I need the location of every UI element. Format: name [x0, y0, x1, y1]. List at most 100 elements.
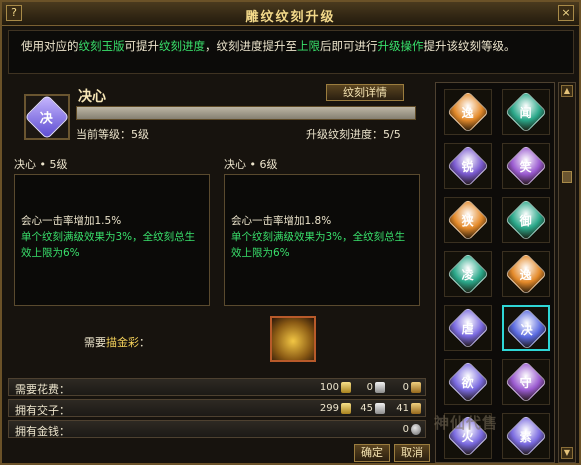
gem-cell[interactable]: 凌: [444, 251, 492, 297]
engraving-gem-grid: 逸闻锐笑狭御凌逸虐决欲守火素: [435, 82, 555, 463]
description-text: 使用对应的纹刻玉版可提升纹刻进度，纹刻进度提升至上限后即可进行升级操作提升该纹刻…: [21, 37, 569, 55]
gem-cell[interactable]: 笑: [502, 143, 550, 189]
cost-label: 需要花费：: [15, 383, 70, 396]
jiaozi-copper: 41: [396, 403, 409, 414]
engraving-gem-icon: 御: [504, 198, 548, 242]
description-box: 使用对应的纹刻玉版可提升纹刻进度，纹刻进度提升至上限后即可进行升级操作提升该纹刻…: [8, 30, 574, 74]
scroll-up-icon[interactable]: ▲: [561, 85, 573, 97]
gem-glyph: 素: [519, 429, 533, 444]
desc-part: 提升该纹刻等级。: [423, 39, 516, 53]
requirement-suffix: ：: [139, 336, 150, 349]
gem-glyph: 欲: [461, 375, 475, 390]
gem-glyph: 凌: [461, 267, 475, 282]
engraving-name: 决心: [78, 89, 106, 105]
gem-cell[interactable]: 欲: [444, 359, 492, 405]
gem-cell[interactable]: 逸: [502, 251, 550, 297]
upgrade-panel: 决 决心 纹刻详情 当前等级：5级 升级纹刻进度：5/5 决心 • 5级 决心 …: [8, 82, 428, 374]
gem-glyph: 决: [520, 322, 534, 337]
gem-glyph: 御: [519, 213, 533, 228]
desc-part: 后即可进行: [320, 39, 378, 53]
engraving-gem-icon: 逸: [446, 90, 490, 134]
engraving-gem-slot[interactable]: 决: [24, 94, 70, 140]
cost-row: 需要花费： 100 0 0: [8, 378, 426, 396]
jiaozi-row: 拥有交子： 299 45 41: [8, 399, 426, 417]
engraving-upgrade-window: ? 雕纹纹刻升级 × 使用对应的纹刻玉版可提升纹刻进度，纹刻进度提升至上限后即可…: [0, 0, 581, 465]
confirm-button[interactable]: 确定: [354, 444, 390, 462]
desc-part: 可提升: [124, 39, 160, 53]
coin-icon: [411, 424, 421, 435]
requirement-prefix: 需要: [84, 336, 106, 349]
gem-cell[interactable]: 闻: [502, 89, 550, 135]
engraving-gem-icon: 欲: [446, 360, 490, 404]
engraving-gem-icon: 笑: [504, 144, 548, 188]
gem-cell[interactable]: 守: [502, 359, 550, 405]
gem-glyph: 笑: [519, 159, 533, 174]
gem-grid-scrollbar[interactable]: ▲ ▼: [558, 82, 576, 463]
cost-gold: 100: [319, 382, 339, 393]
money-value: 0: [402, 424, 409, 435]
close-icon[interactable]: ×: [558, 5, 574, 21]
gem-cell[interactable]: 锐: [444, 143, 492, 189]
engraving-gem-icon: 决: [505, 307, 549, 351]
progress-bar: [76, 106, 416, 120]
gem-glyph: 逸: [461, 105, 475, 120]
jiaozi-gold: 299: [319, 403, 339, 414]
engraving-gem-icon: 素: [504, 414, 548, 458]
next-effect-line2: 单个纹刻满级效果为3%，全纹刻总生效上限为6%: [231, 231, 406, 259]
progress-fill: [77, 107, 415, 119]
silver-ingot-icon: [375, 403, 385, 414]
scroll-down-icon[interactable]: ▼: [561, 447, 573, 459]
gem-glyph: 守: [519, 375, 533, 390]
gem-cell[interactable]: 决: [502, 305, 550, 351]
current-effect-panel: 会心一击率增加1.5% 单个纹刻满级效果为3%，全纹刻总生效上限为6%: [14, 174, 210, 306]
current-level-header: 决心 • 5级: [14, 158, 68, 171]
jiaozi-silver: 45: [360, 403, 373, 414]
gem-cell[interactable]: 御: [502, 197, 550, 243]
current-level-label: 当前等级：5级: [76, 128, 149, 141]
gold-ingot-icon: [341, 403, 351, 414]
next-level-header: 决心 • 6级: [224, 158, 278, 171]
copper-ingot-icon: [411, 403, 421, 414]
gem-glyph: 锐: [461, 159, 475, 174]
engraving-details-button[interactable]: 纹刻详情: [326, 84, 404, 101]
current-effect-line1: 会心一击率增加1.5%: [21, 215, 122, 227]
requirement-item-name: 描金彩: [106, 336, 139, 349]
gem-cell[interactable]: 逸: [444, 89, 492, 135]
desc-highlight-jade: 纹刻玉版: [78, 39, 125, 53]
engraving-gem-icon: 狭: [446, 198, 490, 242]
scroll-thumb[interactable]: [562, 171, 572, 183]
gem-glyph: 决: [40, 111, 54, 127]
gem-cell[interactable]: 素: [502, 413, 550, 459]
watermark-text: 神仙代售: [434, 414, 499, 432]
engraving-gem-icon: 锐: [446, 144, 490, 188]
gem-glyph: 狭: [461, 213, 475, 228]
cost-copper: 0: [402, 382, 409, 393]
gem-glyph: 逸: [519, 267, 533, 282]
title-bar: ? 雕纹纹刻升级 ×: [2, 2, 579, 26]
gold-paint-bowl-icon[interactable]: [270, 316, 316, 362]
gem-glyph: 闻: [519, 105, 533, 120]
next-effect-text: 会心一击率增加1.8% 单个纹刻满级效果为3%，全纹刻总生效上限为6%: [231, 213, 415, 261]
desc-part: 使用对应的: [21, 39, 79, 53]
gold-ingot-icon: [341, 382, 351, 393]
next-effect-panel: 会心一击率增加1.8% 单个纹刻满级效果为3%，全纹刻总生效上限为6%: [224, 174, 420, 306]
progress-label: 升级纹刻进度：5/5: [306, 128, 401, 141]
copper-ingot-icon: [411, 382, 421, 393]
gem-cell[interactable]: 狭: [444, 197, 492, 243]
money-label: 拥有金钱：: [15, 425, 70, 438]
gem-glyph: 虐: [461, 321, 475, 336]
current-effect-line2: 单个纹刻满级效果为3%，全纹刻总生效上限为6%: [21, 231, 196, 259]
engraving-gem-icon: 凌: [446, 252, 490, 296]
desc-highlight-progress: 纹刻进度: [159, 39, 205, 53]
desc-highlight-limit: 上限: [297, 39, 320, 53]
desc-part: ，纹刻进度提升至: [205, 39, 297, 53]
window-title: 雕纹纹刻升级: [245, 10, 336, 25]
silver-ingot-icon: [375, 382, 385, 393]
engraving-gem-icon: 逸: [504, 252, 548, 296]
next-effect-line1: 会心一击率增加1.8%: [231, 215, 332, 227]
requirement-label: 需要描金彩：: [84, 334, 150, 350]
money-row: 拥有金钱： 0: [8, 420, 426, 438]
cancel-button[interactable]: 取消: [394, 444, 430, 462]
gem-cell[interactable]: 虐: [444, 305, 492, 351]
engraving-gem-icon: 闻: [504, 90, 548, 134]
